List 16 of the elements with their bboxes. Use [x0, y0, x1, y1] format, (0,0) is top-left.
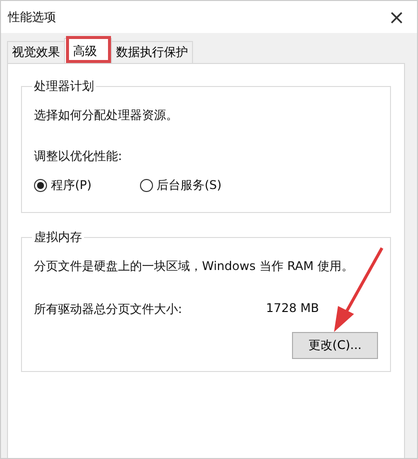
- tab[interactable]: 视觉效果: [7, 41, 65, 63]
- size-value: 1728 MB: [266, 301, 319, 317]
- prompt-label: 调整以优化性能:: [34, 148, 124, 165]
- group-title: 虚拟内存: [33, 229, 83, 246]
- window-title: 性能选项: [8, 8, 56, 26]
- group-title: 处理器计划: [33, 78, 95, 95]
- size-label: 所有驱动器总分页文件大小:: [34, 301, 182, 318]
- radio-option[interactable]: 后台服务(S): [140, 177, 222, 194]
- tab[interactable]: 数据执行保护: [111, 41, 193, 63]
- radio-label: 程序(P): [51, 177, 92, 194]
- description-text: 分页文件是硬盘上的一块区域，Windows 当作 RAM 使用。: [34, 258, 354, 275]
- radio-option[interactable]: 程序(P): [34, 177, 92, 194]
- change-button[interactable]: 更改(C)...: [292, 332, 378, 359]
- close-button[interactable]: ×: [382, 5, 411, 29]
- description-text: 选择如何分配处理器资源。: [34, 107, 179, 124]
- radio-label: 后台服务(S): [156, 177, 222, 194]
